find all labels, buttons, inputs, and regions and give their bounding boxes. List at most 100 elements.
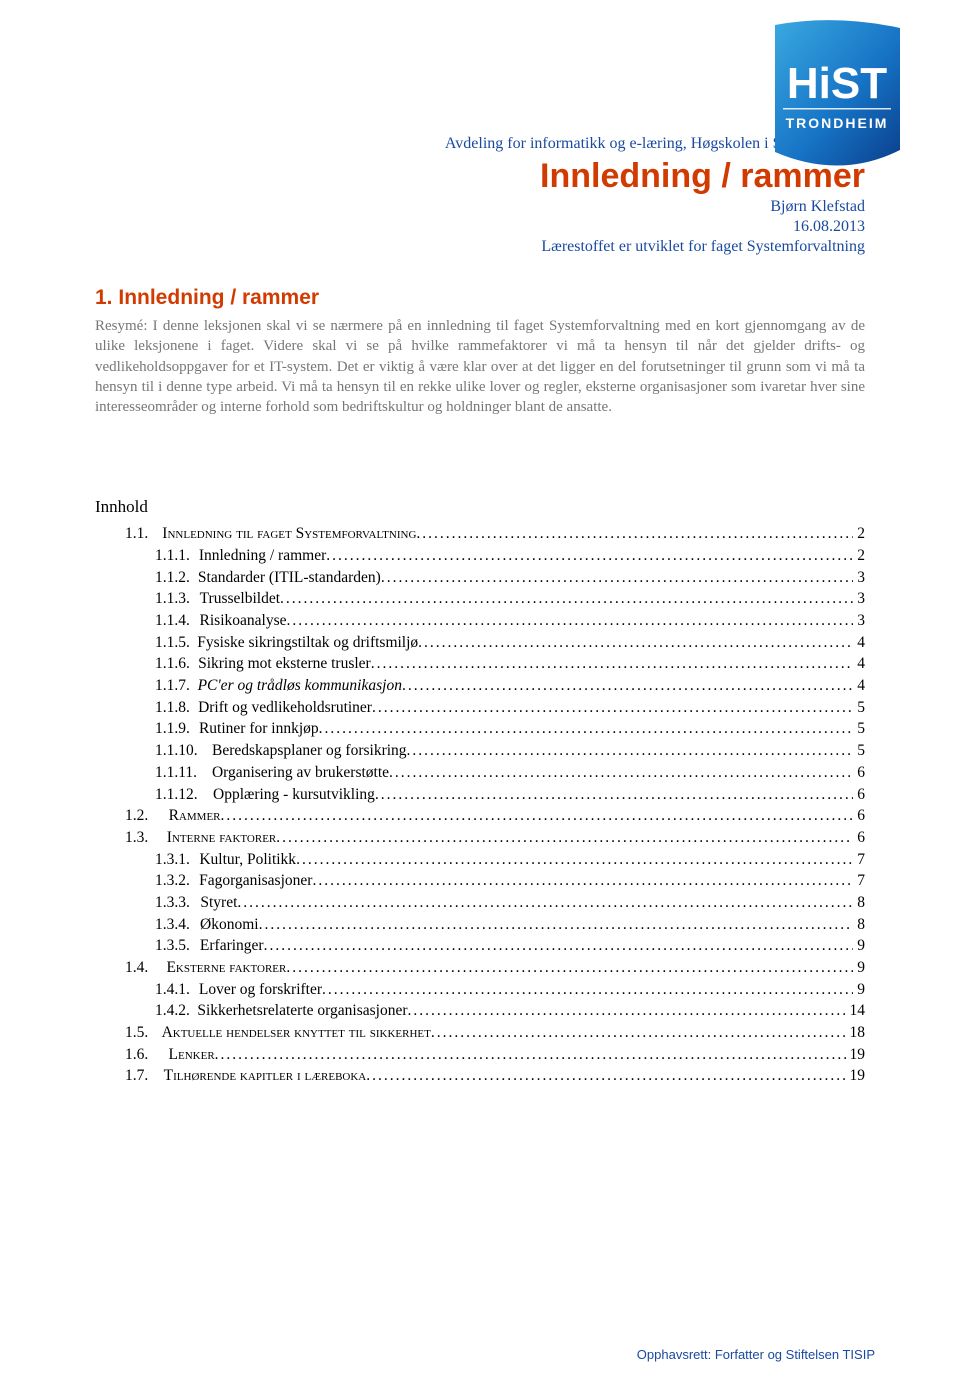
toc-page: 4 bbox=[853, 632, 865, 654]
toc-row: 1.1.2.Standarder (ITIL-standarden) 3 bbox=[95, 567, 865, 589]
toc-page: 5 bbox=[853, 718, 865, 740]
toc-page: 8 bbox=[853, 892, 865, 914]
toc-row: 1.1.3.Trusselbildet 3 bbox=[95, 588, 865, 610]
toc-row: 1.1.10.Beredskapsplaner og forsikring 5 bbox=[95, 740, 865, 762]
toc-page: 3 bbox=[853, 588, 865, 610]
toc-row: 1.3.3.Styret 8 bbox=[95, 892, 865, 914]
section-number: 1. bbox=[95, 286, 113, 309]
toc-number: 1.3.4. bbox=[155, 914, 190, 936]
toc-row: 1.3.1.Kultur, Politikk 7 bbox=[95, 849, 865, 871]
toc-leader-dots bbox=[296, 849, 853, 871]
toc-leader-dots bbox=[312, 870, 853, 892]
toc-row: 1.3.4.Økonomi 8 bbox=[95, 914, 865, 936]
svg-text:TRONDHEIM: TRONDHEIM bbox=[786, 115, 889, 131]
toc-label: Lover og forskrifter bbox=[199, 979, 322, 1001]
toc-row: 1.1.12.Opplæring - kursutvikling 6 bbox=[95, 784, 865, 806]
toc-page: 14 bbox=[846, 1000, 866, 1022]
toc-label: Eksterne faktorer bbox=[166, 957, 286, 979]
toc-row: 1.1.8.Drift og vedlikeholdsrutiner 5 bbox=[95, 697, 865, 719]
toc-title: Innhold bbox=[95, 497, 865, 517]
toc-row: 1.3.2.Fagorganisasjoner 7 bbox=[95, 870, 865, 892]
toc-row: 1.3.5. Erfaringer 9 bbox=[95, 935, 865, 957]
hist-logo: HiST TRONDHEIM bbox=[765, 20, 905, 175]
toc-label: Organisering av brukerstøtte bbox=[212, 762, 389, 784]
toc-page: 6 bbox=[853, 827, 865, 849]
toc-number: 1.1.8. bbox=[155, 697, 190, 719]
toc-number: 1.7. bbox=[125, 1065, 148, 1087]
toc-page: 19 bbox=[846, 1065, 866, 1087]
toc-number: 1.1.7. bbox=[155, 675, 190, 697]
toc-number: 1.1.4. bbox=[155, 610, 190, 632]
toc-row: 1.1.6.Sikring mot eksterne trusler 4 bbox=[95, 653, 865, 675]
toc-row: 1.2.Rammer 6 bbox=[95, 805, 865, 827]
toc-leader-dots bbox=[326, 545, 853, 567]
toc-row: 1.1.9. Rutiner for innkjøp 5 bbox=[95, 718, 865, 740]
author-line: Bjørn Klefstad bbox=[95, 198, 865, 216]
toc-label: Lenker bbox=[169, 1044, 215, 1066]
copyright-line: Opphavsrett: Forfatter og Stiftelsen TIS… bbox=[637, 1347, 875, 1362]
table-of-contents: 1.1.Innledning til faget Systemforvaltni… bbox=[95, 523, 865, 1087]
toc-leader-dots bbox=[366, 1065, 845, 1087]
toc-row: 1.4. Eksterne faktorer 9 bbox=[95, 957, 865, 979]
toc-number: 1.4.2. bbox=[155, 1000, 190, 1022]
toc-row: 1.1.1.Innledning / rammer 2 bbox=[95, 545, 865, 567]
toc-label: Standarder (ITIL-standarden) bbox=[198, 567, 381, 589]
toc-leader-dots bbox=[280, 588, 853, 610]
toc-page: 19 bbox=[846, 1044, 866, 1066]
toc-label: Risikoanalyse bbox=[200, 610, 287, 632]
toc-page: 2 bbox=[853, 523, 865, 545]
department-line: Avdeling for informatikk og e-læring, Hø… bbox=[95, 135, 865, 153]
toc-leader-dots bbox=[389, 762, 853, 784]
toc-leader-dots bbox=[322, 979, 853, 1001]
section-1-heading: 1. Innledning / rammer bbox=[95, 286, 865, 310]
toc-number: 1.1.5. bbox=[155, 632, 190, 654]
toc-leader-dots bbox=[286, 957, 853, 979]
toc-leader-dots bbox=[371, 653, 854, 675]
document-title: Innledning / rammer bbox=[95, 157, 865, 196]
toc-number: 1.1.2. bbox=[155, 567, 190, 589]
toc-page: 18 bbox=[846, 1022, 866, 1044]
toc-row: 1.1.7. PC'er og trådløs kommunikasjon 4 bbox=[95, 675, 865, 697]
toc-page: 9 bbox=[853, 979, 865, 1001]
toc-page: 7 bbox=[853, 849, 865, 871]
toc-number: 1.3.5. bbox=[155, 935, 190, 957]
toc-label: Erfaringer bbox=[200, 935, 264, 957]
toc-number: 1.1.6. bbox=[155, 653, 190, 675]
toc-leader-dots bbox=[276, 827, 853, 849]
toc-row: 1.1.4.Risikoanalyse 3 bbox=[95, 610, 865, 632]
toc-leader-dots bbox=[221, 805, 854, 827]
toc-number: 1.3.2. bbox=[155, 870, 190, 892]
toc-label: Styret bbox=[200, 892, 237, 914]
toc-label: PC'er og trådløs kommunikasjon bbox=[198, 675, 402, 697]
toc-number: 1.4.1. bbox=[155, 979, 190, 1001]
toc-page: 8 bbox=[853, 914, 865, 936]
toc-leader-dots bbox=[416, 523, 853, 545]
toc-leader-dots bbox=[237, 892, 853, 914]
toc-label: Trusselbildet bbox=[200, 588, 280, 610]
toc-number: 1.4. bbox=[125, 957, 148, 979]
toc-row: 1.3. Interne faktorer 6 bbox=[95, 827, 865, 849]
toc-row: 1.7.Tilhørende kapitler i læreboka 19 bbox=[95, 1065, 865, 1087]
toc-number: 1.3. bbox=[125, 827, 148, 849]
toc-leader-dots bbox=[372, 697, 853, 719]
document-header: Avdeling for informatikk og e-læring, Hø… bbox=[95, 135, 865, 256]
toc-label: Rutiner for innkjøp bbox=[199, 718, 319, 740]
toc-number: 1.1.9. bbox=[155, 718, 190, 740]
toc-page: 9 bbox=[853, 935, 865, 957]
toc-page: 9 bbox=[853, 957, 865, 979]
resume-paragraph: Resymé: I denne leksjonen skal vi se nær… bbox=[95, 316, 865, 417]
toc-page: 6 bbox=[853, 784, 865, 806]
toc-page: 7 bbox=[853, 870, 865, 892]
toc-page: 4 bbox=[853, 675, 865, 697]
toc-label: Aktuelle hendelser knyttet til sikkerhet bbox=[162, 1022, 431, 1044]
toc-page: 6 bbox=[853, 762, 865, 784]
toc-leader-dots bbox=[402, 675, 853, 697]
toc-row: 1.1.Innledning til faget Systemforvaltni… bbox=[95, 523, 865, 545]
toc-row: 1.1.5.Fysiske sikringstiltak og driftsmi… bbox=[95, 632, 865, 654]
toc-label: Interne faktorer bbox=[167, 827, 276, 849]
toc-leader-dots bbox=[431, 1022, 846, 1044]
toc-label: Opplæring - kursutvikling bbox=[213, 784, 375, 806]
toc-row: 1.4.2.Sikkerhetsrelaterte organisasjoner… bbox=[95, 1000, 865, 1022]
toc-leader-dots bbox=[319, 718, 854, 740]
toc-page: 6 bbox=[853, 805, 865, 827]
